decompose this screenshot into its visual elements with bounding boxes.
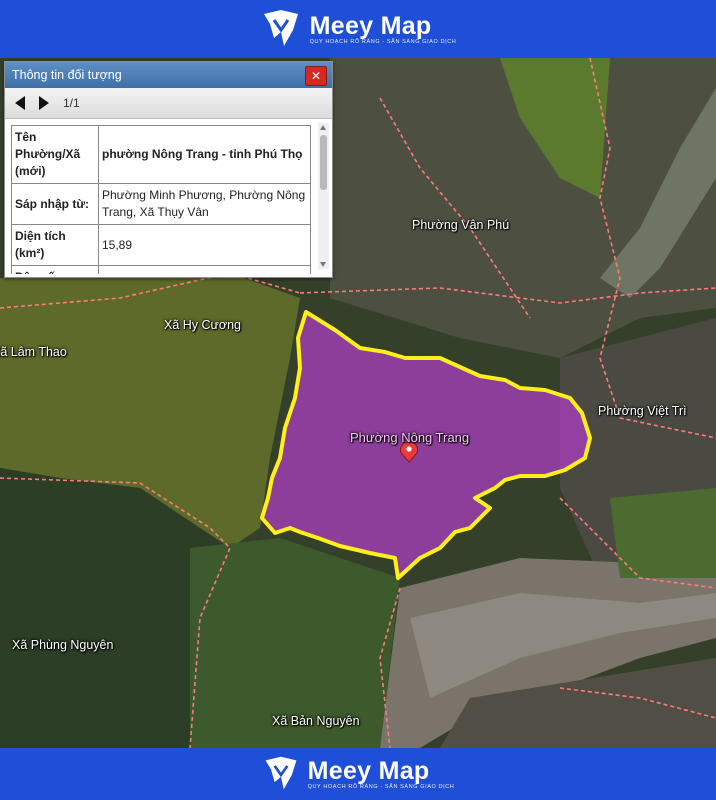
attr-key-merged-from: Sáp nhập từ:	[11, 183, 99, 225]
brand-name: Meey Map	[307, 757, 430, 785]
attr-key-population: Dân số	[11, 265, 99, 274]
attr-value-merged-from: Phường Minh Phương, Phường Nông Trang, X…	[98, 183, 311, 225]
next-arrow-icon[interactable]	[39, 96, 49, 110]
place-label-ban-nguyen: Xã Bản Nguyên	[272, 714, 360, 728]
brand-name: Meey Map	[309, 12, 432, 40]
table-row: Sáp nhập từ: Phường Minh Phương, Phường …	[11, 183, 311, 225]
attr-value-area: 15,89	[98, 224, 311, 266]
brand-logo-bottom[interactable]: Meey Map QUY HOẠCH RÕ RÀNG - SẴN SÀNG GI…	[262, 755, 455, 793]
place-label-nong-trang: Phường Nông Trang	[350, 430, 470, 445]
table-row: Diện tích (km²) 15,89	[11, 224, 311, 266]
panel-title: Thông tin đối tượng	[12, 68, 122, 82]
attribute-table: Tên Phường/Xã (mới) phường Nông Trang - …	[11, 125, 311, 274]
bottom-brand-banner: Meey Map QUY HOẠCH RÕ RÀNG - SẴN SÀNG GI…	[0, 748, 716, 800]
place-label-hy-cuong: Xã Hy Cương	[164, 318, 242, 332]
panel-body[interactable]: Tên Phường/Xã (mới) phường Nông Trang - …	[5, 119, 332, 274]
place-label-van-phu: Phường Vân Phú	[412, 218, 510, 232]
place-label-lam-thao: Xã Lâm Thao	[0, 345, 67, 359]
panel-scrollbar[interactable]	[318, 123, 329, 269]
attr-value-population	[98, 265, 311, 274]
page-indicator: 1/1	[63, 96, 80, 110]
table-row: Dân số	[11, 265, 311, 274]
scroll-up-icon[interactable]	[320, 125, 326, 130]
table-row: Tên Phường/Xã (mới) phường Nông Trang - …	[11, 125, 311, 184]
meey-logo-icon	[263, 10, 298, 46]
brand-tagline: QUY HOẠCH RÕ RÀNG - SẴN SÀNG GIAO DỊCH	[307, 784, 455, 790]
scroll-thumb[interactable]	[320, 135, 327, 190]
scroll-down-icon[interactable]	[320, 262, 326, 267]
panel-pager: 1/1	[5, 88, 332, 119]
previous-arrow-icon[interactable]	[15, 96, 25, 110]
meey-logo-icon	[265, 756, 296, 790]
close-button[interactable]: ✕	[305, 66, 327, 86]
attr-key-ward-name: Tên Phường/Xã (mới)	[11, 125, 99, 184]
brand-tagline: QUY HOẠCH RÕ RÀNG - SẴN SÀNG GIAO DỊCH	[309, 39, 457, 45]
place-label-viet-tri: Phường Việt Trì	[598, 404, 687, 418]
panel-header: Thông tin đối tượng ✕	[5, 62, 332, 88]
brand-logo[interactable]: Meey Map QUY HOẠCH RÕ RÀNG - SẴN SÀNG GI…	[260, 8, 457, 50]
attr-value-ward-name: phường Nông Trang - tỉnh Phú Thọ	[98, 125, 311, 184]
place-label-phung-nguyen: Xã Phùng Nguyên	[12, 638, 114, 652]
feature-info-panel[interactable]: Thông tin đối tượng ✕ 1/1 Tên Phường/Xã …	[4, 61, 333, 278]
top-brand-banner: Meey Map QUY HOẠCH RÕ RÀNG - SẴN SÀNG GI…	[0, 0, 716, 58]
attr-key-area: Diện tích (km²)	[11, 224, 99, 266]
